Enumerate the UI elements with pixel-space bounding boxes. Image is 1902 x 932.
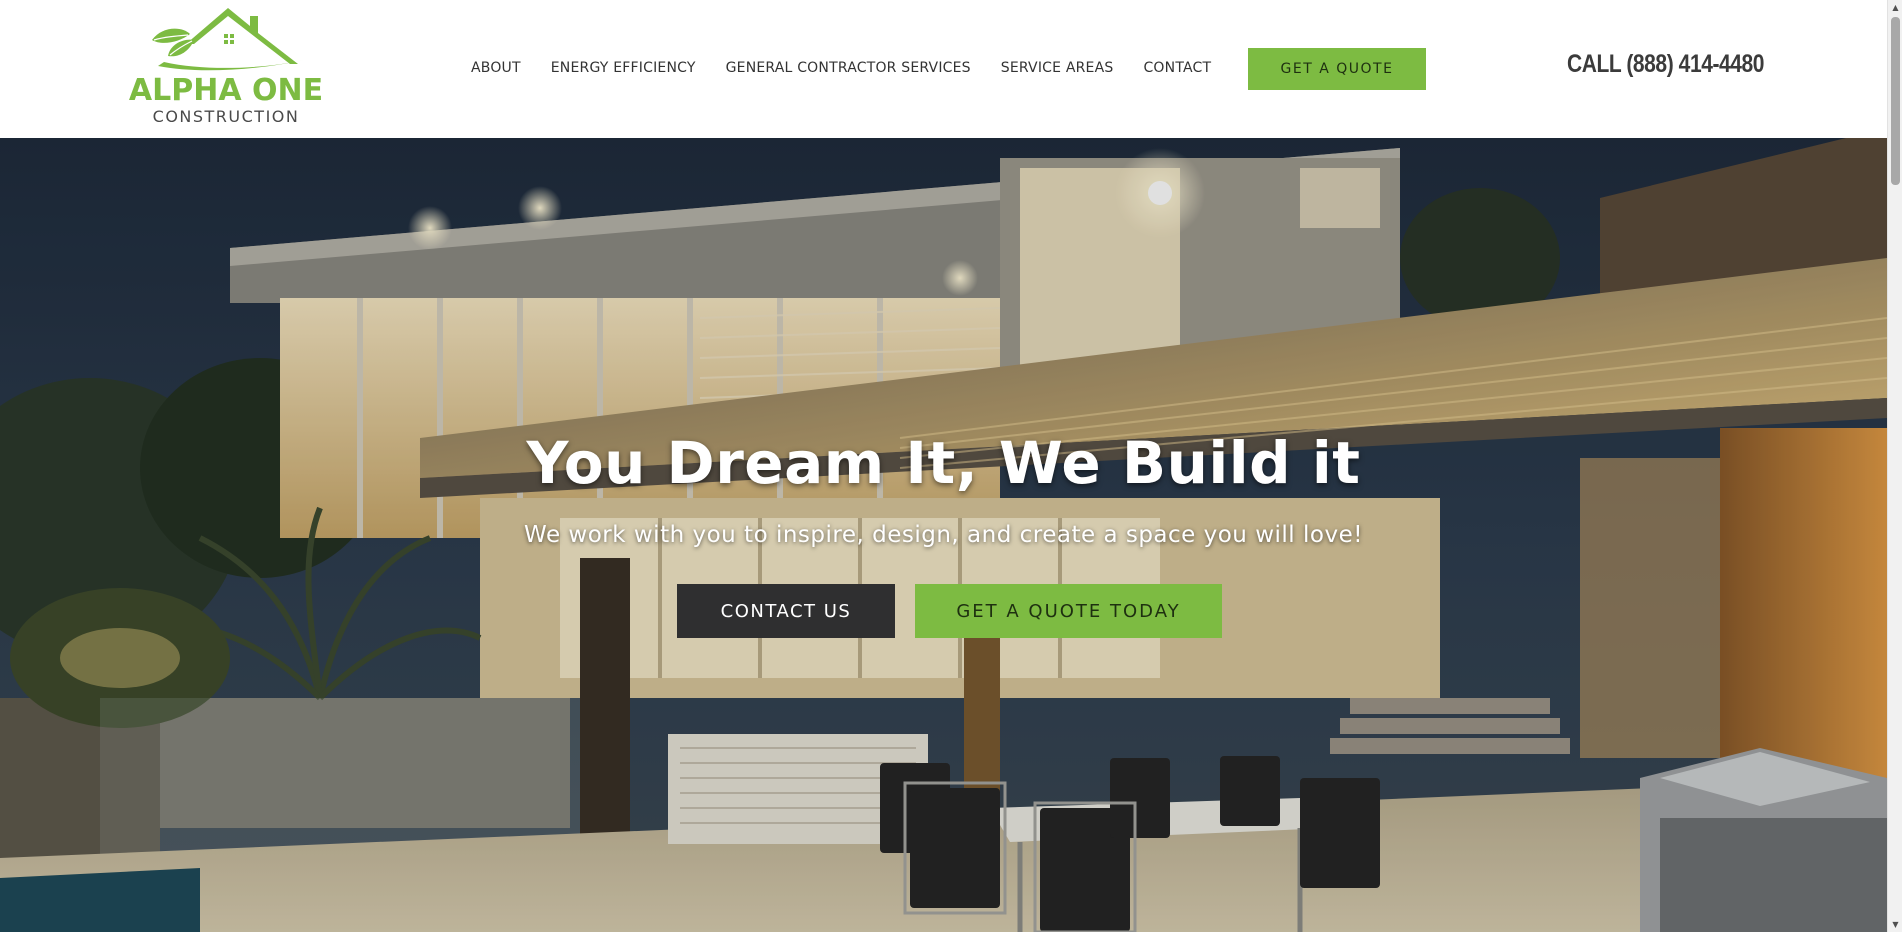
nav-item-about[interactable]: ABOUT: [471, 57, 521, 79]
get-a-quote-button[interactable]: GET A QUOTE: [1248, 48, 1426, 90]
nav-item-energy-efficiency[interactable]: ENERGY EFFICIENCY: [551, 57, 696, 79]
scrollbar-thumb[interactable]: [1891, 17, 1900, 185]
logo-wordmark: ALPHA ONE: [128, 73, 324, 108]
nav-item-service-areas[interactable]: SERVICE AREAS: [1001, 57, 1114, 79]
hero-title: You Dream It, We Build it: [526, 429, 1361, 497]
main-nav: ABOUT ENERGY EFFICIENCY GENERAL CONTRACT…: [471, 57, 1211, 79]
logo-tagline: CONSTRUCTION: [152, 107, 300, 126]
hero-subtitle: We work with you to inspire, design, and…: [524, 522, 1363, 548]
nav-item-general-contractor-services[interactable]: GENERAL CONTRACTOR SERVICES: [726, 57, 971, 79]
scroll-up-arrow-icon[interactable]: ▲: [1888, 0, 1902, 15]
page: ALPHA ONE CONSTRUCTION ABOUT ENERGY EFFI…: [0, 0, 1902, 932]
page-scrollbar[interactable]: ▲ ▼: [1887, 0, 1902, 932]
contact-us-button[interactable]: CONTACT US: [677, 584, 895, 638]
site-logo[interactable]: ALPHA ONE CONSTRUCTION: [128, 4, 324, 126]
house-with-leaves-logo-icon: [152, 8, 304, 71]
get-a-quote-today-button[interactable]: GET A QUOTE TODAY: [915, 584, 1222, 638]
hero-section: You Dream It, We Build it We work with y…: [0, 138, 1887, 932]
scroll-down-arrow-icon[interactable]: ▼: [1888, 917, 1902, 932]
site-header: ALPHA ONE CONSTRUCTION ABOUT ENERGY EFFI…: [0, 0, 1887, 138]
phone-call-link[interactable]: CALL (888) 414-4480: [1567, 48, 1764, 80]
nav-item-contact[interactable]: CONTACT: [1143, 57, 1211, 79]
